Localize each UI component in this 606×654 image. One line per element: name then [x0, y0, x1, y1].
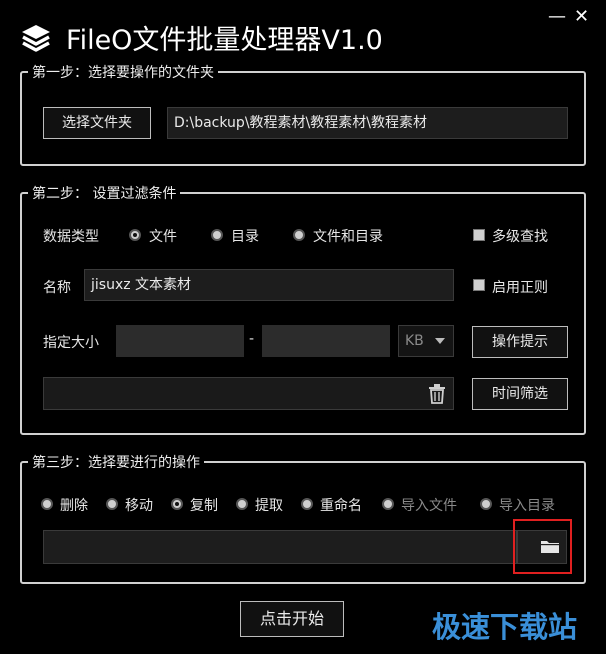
trash-icon[interactable]: [428, 384, 446, 408]
regex-label: 启用正则: [492, 280, 548, 296]
multi-level-checkbox[interactable]: [473, 229, 485, 241]
close-button[interactable]: ✕: [574, 8, 589, 26]
select-folder-button[interactable]: 选择文件夹: [43, 107, 151, 139]
time-filter-button[interactable]: 时间筛选: [472, 378, 568, 410]
filter-list-field[interactable]: [43, 377, 454, 410]
target-path-field[interactable]: [43, 530, 517, 564]
data-type-label: 数据类型: [43, 229, 99, 245]
radio-file-and-directory-label: 文件和目录: [313, 229, 383, 245]
size-min-input[interactable]: [116, 325, 244, 357]
radio-file-and-directory[interactable]: [293, 229, 305, 241]
op-move-radio[interactable]: [106, 498, 118, 510]
op-copy-radio[interactable]: [171, 498, 183, 510]
radio-directory-label: 目录: [231, 229, 259, 245]
op-extract-label: 提取: [255, 498, 283, 514]
name-label: 名称: [43, 280, 71, 296]
op-copy-label: 复制: [190, 498, 218, 514]
op-import-directory-radio[interactable]: [480, 498, 492, 510]
size-label: 指定大小: [43, 335, 99, 351]
watermark-text: 极速下载站: [432, 610, 578, 644]
step3-legend: 第三步：选择要进行的操作: [32, 455, 200, 471]
app-title: FileO文件批量处理器V1.0: [66, 25, 383, 56]
start-button[interactable]: 点击开始: [240, 601, 344, 637]
radio-file-label: 文件: [149, 229, 177, 245]
regex-checkbox[interactable]: [473, 279, 485, 291]
step1-legend: 第一步：选择要操作的文件夹: [32, 65, 214, 81]
op-import-directory-label: 导入目录: [499, 498, 555, 514]
op-delete-label: 删除: [60, 498, 88, 514]
op-rename-label: 重命名: [320, 498, 362, 514]
radio-file[interactable]: [129, 229, 141, 241]
op-rename-radio[interactable]: [301, 498, 313, 510]
folder-path-field[interactable]: D:\backup\教程素材\教程素材\教程素材: [167, 107, 568, 139]
tips-button[interactable]: 操作提示: [472, 326, 568, 358]
size-separator: -: [249, 331, 255, 347]
op-extract-radio[interactable]: [236, 498, 248, 510]
stack-logo-icon: [20, 22, 52, 54]
step2-legend: 第二步： 设置过滤条件: [32, 186, 177, 202]
op-import-file-label: 导入文件: [401, 498, 457, 514]
op-delete-radio[interactable]: [41, 498, 53, 510]
radio-directory[interactable]: [211, 229, 223, 241]
highlight-box: [513, 519, 572, 574]
name-input[interactable]: jisuxz 文本素材: [84, 269, 454, 301]
step3-group: 第三步：选择要进行的操作: [20, 452, 586, 584]
op-move-label: 移动: [125, 498, 153, 514]
unit-select-value: KB: [405, 333, 424, 349]
unit-select[interactable]: KB: [398, 325, 454, 357]
chevron-down-icon: [435, 338, 445, 344]
multi-level-label: 多级查找: [492, 229, 548, 245]
op-import-file-radio[interactable]: [382, 498, 394, 510]
size-max-input[interactable]: [262, 325, 390, 357]
minimize-button[interactable]: —: [548, 8, 566, 26]
